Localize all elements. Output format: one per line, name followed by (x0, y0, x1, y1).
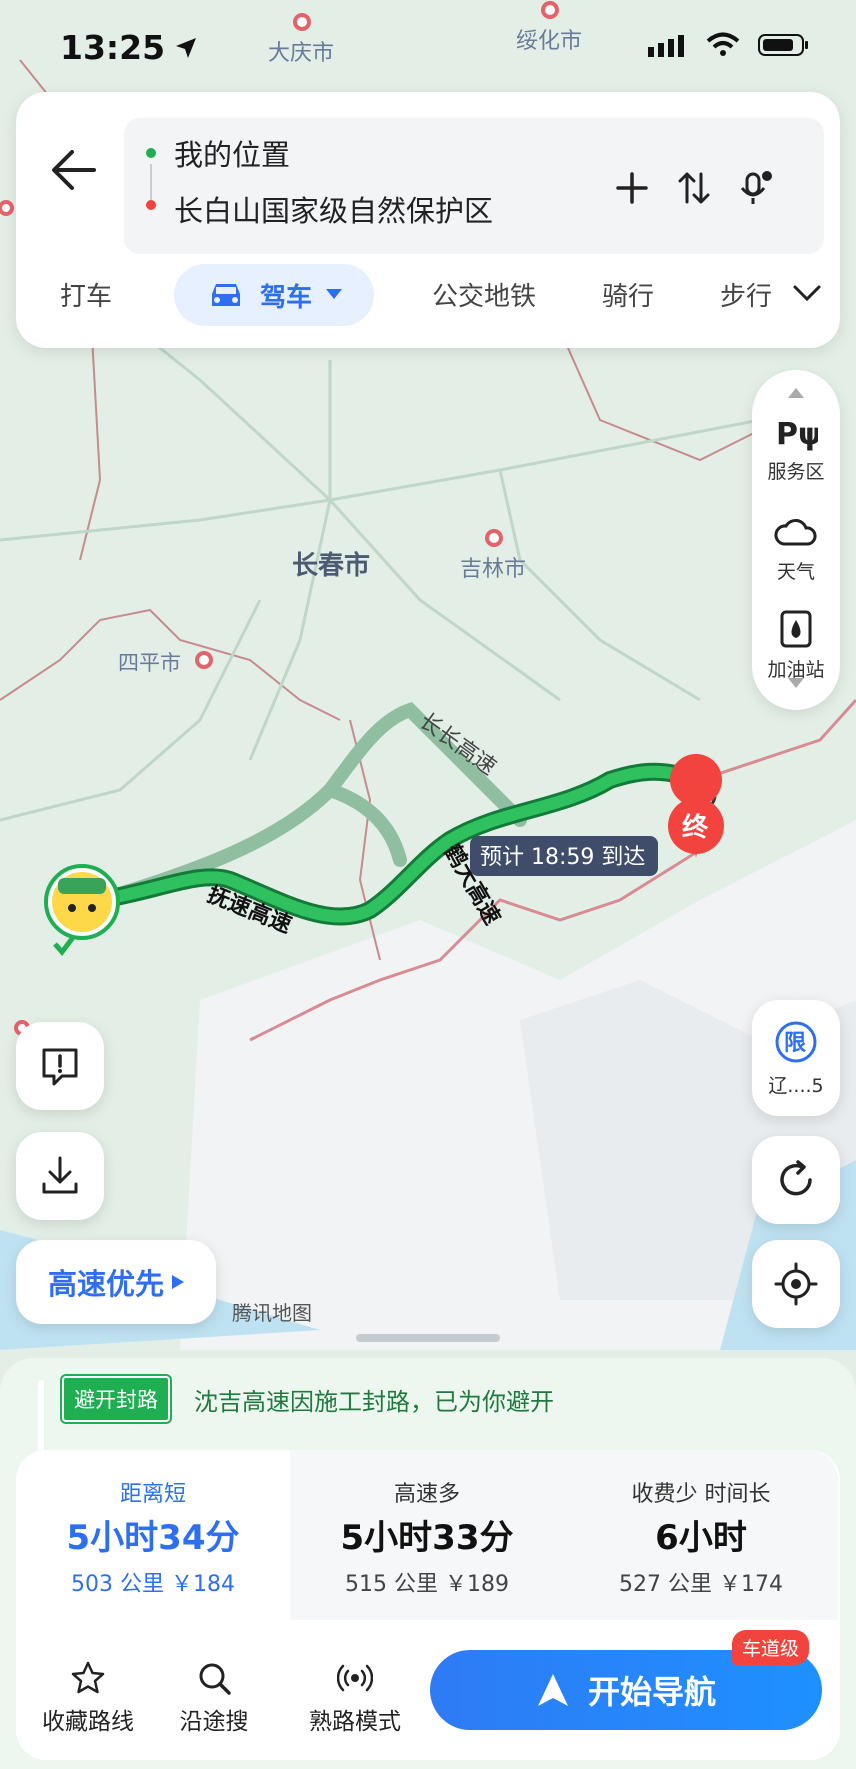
destination-marker[interactable]: 终 (682, 812, 709, 843)
download-icon (42, 1156, 78, 1194)
caret-down-icon (326, 289, 342, 299)
favorite-route-button[interactable]: 收藏路线 (38, 1660, 138, 1736)
gas-station-icon (780, 610, 812, 648)
status-icons (648, 32, 810, 58)
route-option-time: 5小时34分 (66, 1518, 240, 1558)
road-closure-notice[interactable]: 避开封路 沈吉高速因施工封路，已为你避开 (62, 1376, 554, 1422)
add-waypoint-button[interactable] (606, 162, 658, 214)
city-label-siping: 四平市 (118, 651, 181, 675)
route-option-time: 5小时33分 (340, 1518, 514, 1558)
route-bottom-sheet: 避开封路 沈吉高速因施工封路，已为你避开 距离短 5小时34分 503 公里 ￥… (0, 1358, 856, 1769)
avoid-closure-badge: 避开封路 (62, 1376, 170, 1422)
weather-button[interactable]: 天气 (752, 512, 840, 584)
familiar-mode-label: 熟路模式 (309, 1709, 401, 1735)
search-icon (199, 1663, 231, 1695)
along-route-search-button[interactable]: 沿途搜 (164, 1660, 264, 1736)
route-option-3[interactable]: 收费少 时间长 6小时 527 公里 ￥174 (564, 1450, 838, 1620)
star-icon (71, 1661, 105, 1694)
service-area-icon: Pψ (776, 417, 822, 452)
favorite-label: 收藏路线 (42, 1709, 134, 1735)
locate-me-button[interactable] (752, 1240, 840, 1328)
restriction-button[interactable]: 限 辽....5 (752, 1000, 840, 1116)
route-search-card: 我的位置 长白山国家级自然保护区 打车 驾车 公交地铁 骑行 步行 (16, 92, 840, 348)
route-connector (150, 164, 152, 200)
along-search-label: 沿途搜 (179, 1709, 249, 1735)
origin-field[interactable]: 我的位置 (174, 132, 290, 174)
tab-bike[interactable]: 骑行 (602, 276, 654, 313)
route-option-2[interactable]: 高速多 5小时33分 515 公里 ￥189 (290, 1450, 564, 1620)
caret-right-icon (172, 1275, 184, 1289)
route-preference-label: 高速优先 (47, 1267, 164, 1301)
route-options-panel: 距离短 5小时34分 503 公里 ￥184 高速多 5小时33分 515 公里… (16, 1450, 840, 1760)
back-button[interactable] (36, 130, 116, 210)
wifi-icon (706, 32, 740, 56)
tab-walk[interactable]: 步行 (720, 276, 772, 313)
restriction-label: 辽....5 (768, 1074, 824, 1097)
route-option-1[interactable]: 距离短 5小时34分 503 公里 ￥184 (16, 1450, 290, 1620)
expand-modes-icon[interactable] (792, 284, 822, 304)
voice-button[interactable] (730, 162, 782, 214)
feedback-button[interactable] (16, 1022, 104, 1110)
cloud-icon (774, 519, 817, 546)
refresh-icon (780, 1160, 812, 1196)
tab-drive-label: 驾车 (259, 282, 312, 313)
route-option-tag: 收费少 时间长 (631, 1482, 771, 1507)
tab-transit[interactable]: 公交地铁 (432, 276, 536, 313)
notice-flag-pole (38, 1380, 44, 1456)
scroll-down-icon[interactable] (788, 678, 804, 688)
service-area-label: 服务区 (767, 461, 825, 483)
route-option-info: 527 公里 ￥174 (619, 1572, 783, 1597)
service-area-button[interactable]: Pψ 服务区 (752, 412, 840, 484)
tab-drive[interactable]: 驾车 (174, 264, 374, 326)
route-option-tag: 距离短 (119, 1482, 186, 1507)
lane-level-badge: 车道级 (732, 1630, 810, 1665)
travel-mode-tabs: 打车 驾车 公交地铁 骑行 步行 (16, 262, 840, 332)
back-arrow-icon (52, 150, 96, 190)
refresh-route-button[interactable] (752, 1136, 840, 1224)
route-inputs: 我的位置 长白山国家级自然保护区 (124, 118, 824, 254)
route-option-tag: 高速多 (393, 1482, 460, 1507)
map-attribution: 腾讯地图 (232, 1301, 312, 1325)
status-bar: 13:25 (0, 0, 856, 96)
weather-label: 天气 (776, 561, 815, 583)
restriction-icon-text: 限 (784, 1031, 806, 1056)
battery-icon (758, 34, 808, 56)
city-label-jilin: 吉林市 (460, 557, 526, 582)
notice-text: 沈吉高速因施工封路，已为你避开 (194, 1387, 554, 1416)
feedback-icon (42, 1048, 78, 1086)
route-option-info: 503 公里 ￥184 (71, 1572, 235, 1597)
gas-station-button[interactable]: 加油站 (752, 608, 840, 682)
microphone-icon (740, 171, 772, 204)
swap-icon (678, 172, 710, 204)
destination-dot (146, 200, 156, 210)
car-icon (211, 284, 240, 306)
start-navigation-label: 开始导航 (587, 1673, 716, 1711)
city-label-changchun: 长春市 (292, 550, 370, 581)
status-time: 13:25 (60, 28, 166, 67)
eta-bubble: 预计 18:59 到达 (480, 845, 645, 870)
crosshair-icon (774, 1262, 818, 1306)
signal-icon (648, 35, 684, 57)
familiar-route-mode-button[interactable]: 熟路模式 (290, 1660, 420, 1736)
plus-icon (616, 172, 648, 204)
tab-taxi[interactable]: 打车 (60, 276, 112, 313)
destination-field[interactable]: 长白山国家级自然保护区 (174, 188, 493, 230)
route-option-info: 515 公里 ￥189 (345, 1572, 509, 1597)
route-preference-button[interactable]: 高速优先 (16, 1240, 216, 1324)
navigation-arrow-icon (537, 1674, 568, 1706)
swap-button[interactable] (668, 162, 720, 214)
route-option-time: 6小时 (655, 1518, 747, 1558)
map-tools-panel: Pψ 服务区 天气 加油站 (752, 370, 840, 710)
restriction-icon: 限 (775, 1021, 817, 1062)
broadcast-icon (336, 1664, 374, 1692)
offline-download-button[interactable] (16, 1132, 104, 1220)
origin-dot (146, 148, 156, 158)
scroll-up-icon[interactable] (788, 388, 804, 398)
svg-text:Pψ: Pψ (776, 417, 818, 452)
location-arrow-icon (176, 38, 196, 58)
